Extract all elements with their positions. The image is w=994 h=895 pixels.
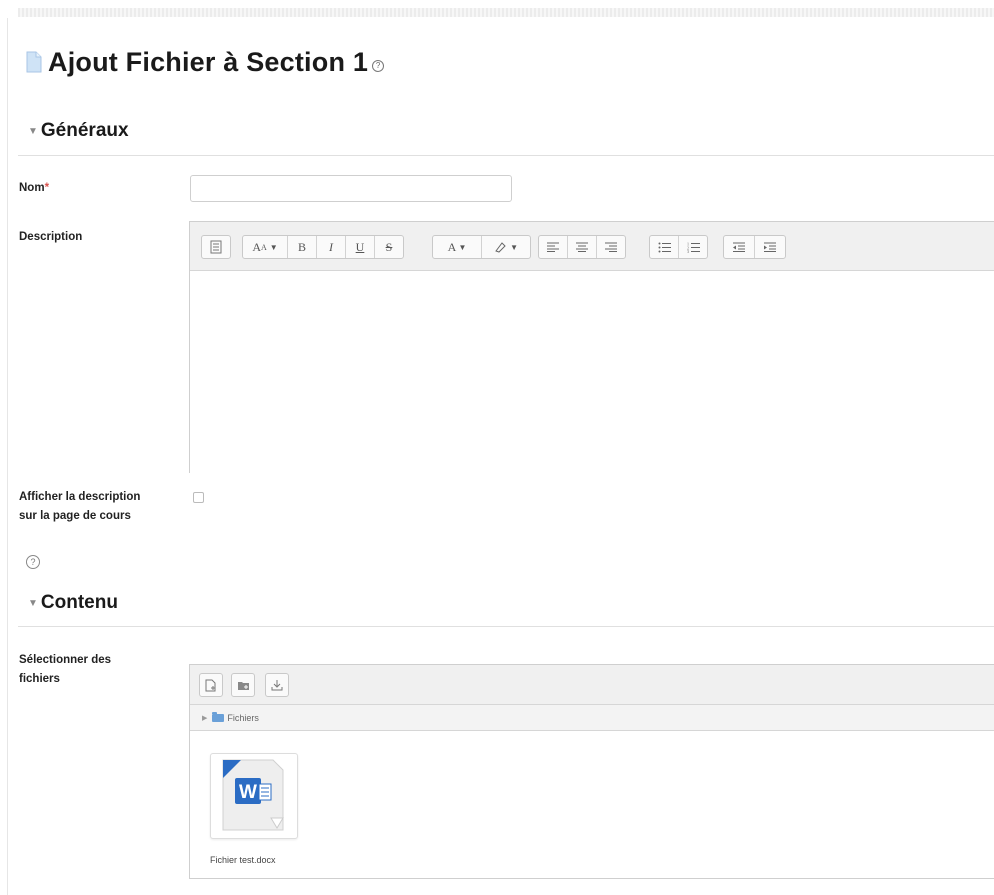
section-header-general[interactable]: ▼ Généraux (28, 120, 129, 142)
select-files-label: Sélectionner des fichiers (19, 654, 112, 685)
file-manager: ▶ Fichiers W Fichier test.docx (189, 664, 994, 879)
download-icon[interactable] (265, 673, 289, 697)
font-color-dropdown-icon[interactable]: A ▼ (433, 236, 482, 258)
file-manager-path: ▶ Fichiers (190, 705, 994, 731)
underline-icon[interactable]: U (346, 236, 375, 258)
triangle-down-icon: ▼ (28, 125, 38, 137)
file-manager-toolbar (190, 665, 994, 705)
file-item[interactable]: W (210, 753, 298, 839)
expand-arrow-icon[interactable]: ▶ (202, 714, 207, 722)
section-header-general-label: Généraux (40, 120, 129, 141)
highlight-dropdown-icon[interactable]: ▼ (482, 236, 530, 258)
create-folder-icon[interactable] (231, 673, 255, 697)
outdent-icon[interactable] (724, 236, 755, 258)
italic-icon[interactable]: I (317, 236, 346, 258)
help-icon[interactable]: ? (26, 555, 40, 569)
toolbar-group-toggle (201, 235, 231, 259)
section-divider (18, 155, 994, 156)
align-right-icon[interactable] (597, 236, 625, 258)
page-title-text: Ajout Fichier à Section 1 (48, 46, 369, 77)
description-textarea[interactable] (190, 271, 994, 473)
bullet-list-icon[interactable] (650, 236, 679, 258)
help-icon[interactable]: ? (372, 60, 385, 72)
path-folder-label[interactable]: Fichiers (227, 713, 259, 723)
name-label: Nom* (19, 179, 169, 198)
folder-icon (212, 711, 225, 722)
toolbar-group-lists: 123 (649, 235, 708, 259)
heading-dropdown-icon[interactable]: AA ▼ (243, 236, 288, 258)
toggle-toolbar-icon[interactable] (202, 236, 230, 258)
svg-text:3: 3 (687, 249, 689, 253)
top-border-strip (18, 8, 994, 17)
toolbar-group-align (538, 235, 626, 259)
word-document-icon: W (222, 759, 284, 831)
indent-icon[interactable] (755, 236, 785, 258)
numbered-list-icon[interactable]: 123 (679, 236, 707, 258)
bold-icon[interactable]: B (288, 236, 317, 258)
name-label-text: Nom (19, 182, 45, 194)
strikethrough-icon[interactable]: S (375, 236, 403, 258)
add-file-icon[interactable] (199, 673, 223, 697)
show-description-label: Afficher la description sur la page de c… (19, 491, 141, 522)
triangle-down-icon: ▼ (28, 597, 38, 609)
required-marker: * (44, 182, 50, 194)
toolbar-group-indent (723, 235, 786, 259)
show-description-checkbox[interactable] (193, 492, 204, 503)
editor-toolbar: AA ▼ B I U S A ▼ ▼ 1 2 3 (190, 222, 994, 271)
file-name[interactable]: Fichier test.docx (210, 855, 276, 865)
toolbar-group-format: AA ▼ B I U S (242, 235, 404, 259)
description-editor: AA ▼ B I U S A ▼ ▼ 1 2 3 (189, 221, 994, 473)
section-divider (18, 626, 994, 627)
name-input[interactable] (190, 175, 512, 202)
section-header-content-label: Contenu (40, 592, 118, 613)
page-title: Ajout Fichier à Section 1 ? (26, 42, 385, 82)
section-header-content[interactable]: ▼ Contenu (28, 592, 118, 614)
toolbar-group-color: A ▼ ▼ (432, 235, 531, 259)
description-label: Description (19, 231, 83, 243)
align-left-icon[interactable] (539, 236, 568, 258)
align-center-icon[interactable] (568, 236, 597, 258)
left-border-line (7, 18, 8, 895)
svg-text:W: W (239, 782, 257, 803)
page-document-icon (26, 51, 42, 73)
